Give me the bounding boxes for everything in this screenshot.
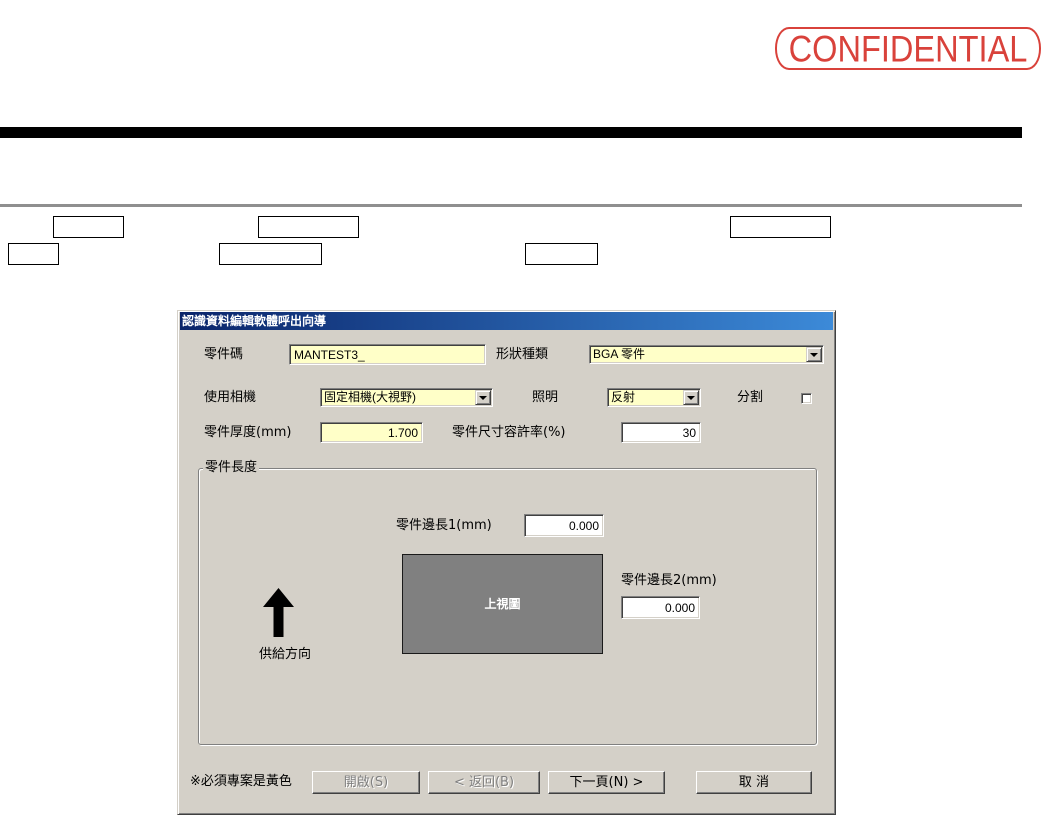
side1-input[interactable]	[524, 514, 604, 537]
confidential-stamp-text: CONFIDENTIAL	[788, 28, 1028, 69]
blank-box	[219, 243, 322, 265]
lighting-select[interactable]: 反射	[607, 388, 701, 407]
top-view-label: 上視圖	[484, 597, 521, 611]
lighting-dropdown-button[interactable]	[683, 390, 699, 405]
section-rule	[0, 204, 1022, 207]
cancel-button-label: 取 消	[738, 775, 770, 790]
split-checkbox[interactable]	[801, 393, 812, 404]
thickness-input[interactable]	[320, 422, 423, 443]
blank-box	[53, 216, 124, 238]
part-size-group-title: 零件長度	[203, 460, 260, 476]
shape-type-label: 形狀種類	[496, 347, 549, 362]
thickness-label: 零件厚度(mm)	[204, 425, 292, 440]
chevron-down-icon	[479, 395, 487, 400]
feed-direction-label: 供給方向	[258, 647, 311, 662]
size-tolerance-label: 零件尺寸容許率(%)	[452, 425, 566, 440]
header-rule	[0, 127, 1022, 138]
blank-box	[730, 216, 831, 238]
shape-type-select[interactable]: BGA 零件	[589, 345, 824, 364]
blank-box	[525, 243, 598, 265]
blank-box	[258, 216, 359, 238]
side2-input[interactable]	[621, 596, 700, 619]
shape-type-dropdown-button[interactable]	[806, 347, 822, 362]
lighting-value: 反射	[611, 390, 636, 404]
arrow-up-icon	[263, 588, 294, 637]
camera-dropdown-button[interactable]	[475, 390, 491, 405]
part-size-group: 零件長度 零件邊長1(mm) 上視圖 零件邊長2(mm) 供給方向	[198, 460, 817, 745]
size-tolerance-input[interactable]	[621, 422, 701, 443]
camera-value: 固定相機(大視野)	[324, 390, 416, 404]
back-button-label: < 返回(B)	[453, 775, 515, 790]
next-button[interactable]: 下一頁(N) >	[548, 771, 665, 794]
part-code-label: 零件碼	[204, 347, 244, 362]
camera-label: 使用相機	[204, 390, 257, 405]
confidential-stamp: CONFIDENTIAL	[775, 27, 1041, 70]
side1-label: 零件邊長1(mm)	[396, 518, 492, 533]
part-code-input[interactable]	[289, 344, 486, 365]
shape-type-value: BGA 零件	[593, 347, 646, 361]
chevron-down-icon	[687, 395, 695, 400]
camera-select[interactable]: 固定相機(大視野)	[320, 388, 493, 407]
dialog-title: 認識資料編輯軟體呼出向導	[182, 314, 327, 328]
chevron-down-icon	[810, 352, 818, 357]
open-button[interactable]: 開啟(S)	[312, 771, 420, 794]
cancel-button[interactable]: 取 消	[696, 771, 812, 794]
open-button-label: 開啟(S)	[343, 775, 389, 790]
split-label: 分割	[737, 390, 764, 405]
lighting-label: 照明	[532, 390, 559, 405]
top-view-diagram: 上視圖	[402, 554, 603, 654]
side2-label: 零件邊長2(mm)	[621, 573, 717, 588]
required-note: ※必須專案是黃色	[190, 774, 292, 789]
next-button-label: 下一頁(N) >	[569, 775, 644, 790]
dialog-titlebar[interactable]: 認識資料編輯軟體呼出向導	[180, 312, 833, 330]
wizard-dialog: 認識資料編輯軟體呼出向導 零件碼 形狀種類 BGA 零件 使用相機 固定相機(大…	[177, 310, 836, 815]
blank-box	[8, 243, 59, 265]
back-button[interactable]: < 返回(B)	[428, 771, 540, 794]
